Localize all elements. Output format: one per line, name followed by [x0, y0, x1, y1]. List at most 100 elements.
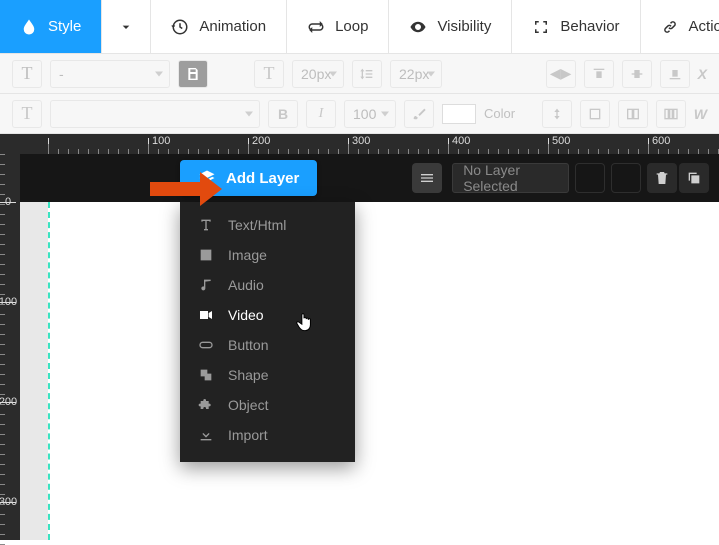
history-icon: [171, 18, 189, 36]
menu-label: Object: [228, 397, 268, 413]
menu-object[interactable]: Object: [180, 390, 355, 420]
annotation-arrow: [150, 182, 200, 196]
save-chip[interactable]: [178, 60, 208, 88]
font-weight-value: 100: [353, 106, 376, 122]
line-height-icon: [352, 60, 382, 88]
tab-animation[interactable]: Animation: [151, 0, 287, 53]
menu-image[interactable]: Image: [180, 240, 355, 270]
font-family-select[interactable]: -: [50, 60, 170, 88]
font-family-icon: T: [12, 60, 42, 88]
duplicate-layer-button[interactable]: [679, 163, 709, 193]
import-icon: [198, 427, 214, 443]
bold-btn[interactable]: B: [268, 100, 298, 128]
music-icon: [198, 277, 214, 293]
tab-actions[interactable]: Actions: [641, 0, 719, 53]
selected-layer-text: No Layer Selected: [463, 162, 558, 194]
align-h-icon[interactable]: ◀▶: [546, 60, 576, 88]
delete-layer-button[interactable]: [647, 163, 677, 193]
ruler-tick: 300: [352, 135, 370, 147]
width-w-icon[interactable]: W: [694, 106, 707, 122]
ruler-tick: 600: [652, 135, 670, 147]
button-icon: [198, 337, 214, 353]
tab-loop[interactable]: Loop: [287, 0, 389, 53]
menu-label: Button: [228, 337, 268, 353]
menu-label: Image: [228, 247, 267, 263]
tab-label: Behavior: [560, 18, 619, 35]
eye-icon: [409, 18, 427, 36]
ruler-horizontal: 100 200 300 400 500 600: [0, 134, 719, 154]
line-height-value: 22px: [399, 66, 429, 82]
ruler-tick: 100: [0, 296, 18, 308]
font-size-select[interactable]: 20px: [292, 60, 344, 88]
text-icon: [198, 217, 214, 233]
selected-layer-field[interactable]: No Layer Selected: [452, 163, 569, 193]
tab-visibility[interactable]: Visibility: [389, 0, 512, 53]
color-label: Color: [484, 106, 515, 121]
expand-icon: [532, 18, 550, 36]
line-height-select[interactable]: 22px: [390, 60, 442, 88]
menu-label: Import: [228, 427, 268, 443]
tab-style[interactable]: Style: [0, 0, 102, 53]
ruler-tick: 300: [0, 496, 18, 508]
puzzle-icon: [198, 397, 214, 413]
align-middle-btn[interactable]: [622, 60, 652, 88]
menu-label: Text/Html: [228, 217, 286, 233]
tab-behavior[interactable]: Behavior: [512, 0, 640, 53]
tab-label: Visibility: [437, 18, 491, 35]
ruler-vertical: 0 100 200 300: [0, 154, 20, 540]
menu-audio[interactable]: Audio: [180, 270, 355, 300]
text-options-row-2: T B I 100 Color W: [0, 94, 719, 134]
text-style-select[interactable]: [50, 100, 260, 128]
layer-action-2[interactable]: [611, 163, 641, 193]
add-layer-dropdown: Text/Html Image Audio Video Button Shape…: [180, 202, 355, 462]
shape-icon: [198, 367, 214, 383]
col-2-btn[interactable]: [618, 100, 648, 128]
layer-action-1[interactable]: [575, 163, 605, 193]
editor-area: 100 200 300 400 500 600 0 100 200 300 Ad…: [0, 134, 719, 540]
tab-style-caret[interactable]: [102, 0, 151, 53]
tab-label: Loop: [335, 18, 368, 35]
menu-label: Audio: [228, 277, 264, 293]
col-1-btn[interactable]: [580, 100, 610, 128]
link-icon: [661, 18, 679, 36]
video-icon: [198, 307, 214, 323]
water-drop-icon: [20, 18, 38, 36]
image-icon: [198, 247, 214, 263]
text-style-icon: T: [12, 100, 42, 128]
align-bottom-btn[interactable]: [660, 60, 690, 88]
ruler-tick: 100: [152, 135, 170, 147]
layer-menu-button[interactable]: [412, 163, 442, 193]
text-options-row-1: T - T 20px 22px ◀▶ X: [0, 54, 719, 94]
color-swatch[interactable]: [442, 104, 476, 124]
tab-label: Style: [48, 18, 81, 35]
loop-icon: [307, 18, 325, 36]
font-size-value: 20px: [301, 66, 331, 82]
ruler-tick: 200: [252, 135, 270, 147]
ruler-tick: 500: [552, 135, 570, 147]
menu-video[interactable]: Video: [180, 300, 355, 330]
brush-icon: [404, 100, 434, 128]
menu-label: Video: [228, 307, 264, 323]
align-v-icon[interactable]: [542, 100, 572, 128]
chevron-down-icon: [118, 19, 134, 35]
italic-btn[interactable]: I: [306, 100, 336, 128]
tab-label: Actions: [689, 18, 719, 35]
menu-text-html[interactable]: Text/Html: [180, 210, 355, 240]
menu-shape[interactable]: Shape: [180, 360, 355, 390]
align-top-btn[interactable]: [584, 60, 614, 88]
menu-button[interactable]: Button: [180, 330, 355, 360]
font-family-value: -: [59, 66, 64, 82]
slide-canvas[interactable]: [48, 202, 719, 540]
col-3-btn[interactable]: [656, 100, 686, 128]
clear-x-icon[interactable]: X: [698, 66, 707, 82]
menu-import[interactable]: Import: [180, 420, 355, 450]
add-layer-label: Add Layer: [226, 170, 299, 187]
tab-label: Animation: [199, 18, 266, 35]
font-size-icon: T: [254, 60, 284, 88]
ruler-tick: 400: [452, 135, 470, 147]
font-weight-select[interactable]: 100: [344, 100, 396, 128]
ruler-tick: 200: [0, 396, 18, 408]
main-tabbar: Style Animation Loop Visibility Behavior…: [0, 0, 719, 54]
ruler-tick: 0: [0, 196, 18, 208]
slide-header: Add Layer No Layer Selected: [20, 154, 719, 202]
